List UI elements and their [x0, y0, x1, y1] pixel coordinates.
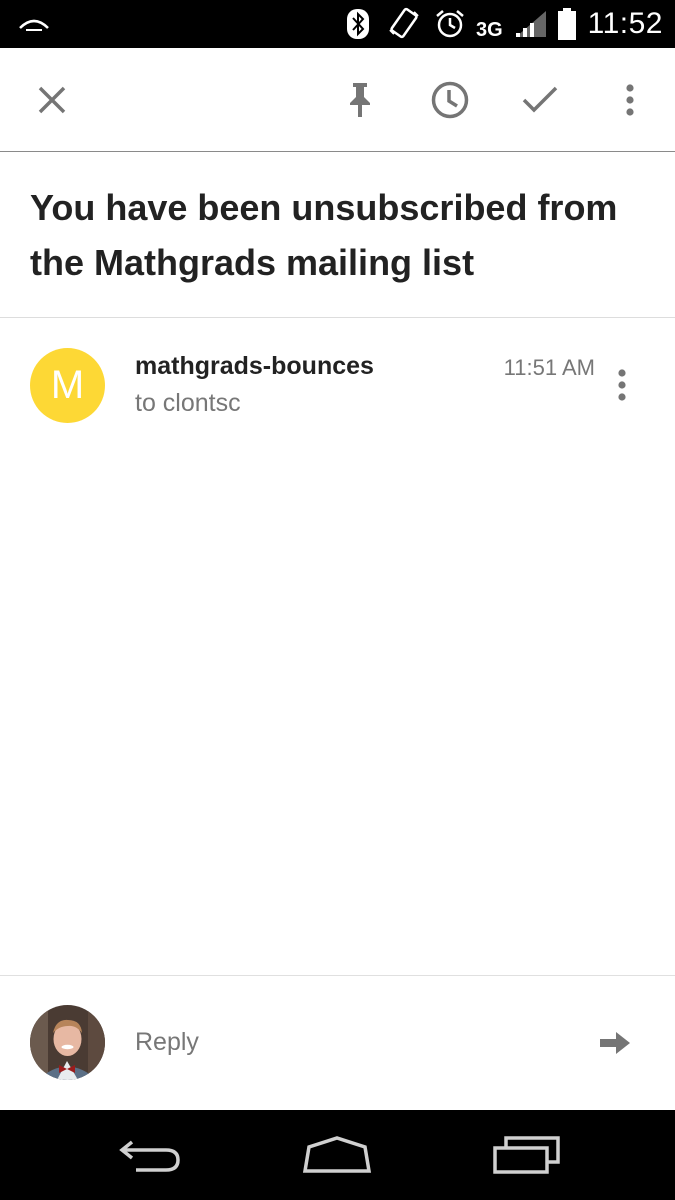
bluetooth-icon [346, 0, 370, 48]
forward-arrow-icon [600, 1032, 630, 1054]
battery-icon [556, 0, 578, 48]
status-bar: 3G 11:52 [0, 0, 675, 48]
home-icon [302, 1136, 372, 1173]
user-avatar [30, 1005, 105, 1080]
pin-icon [350, 83, 370, 117]
status-time: 11:52 [587, 7, 663, 40]
done-button[interactable] [510, 48, 570, 152]
navigation-bar [0, 1110, 675, 1200]
more-icon [626, 84, 634, 116]
subject-divider [0, 317, 675, 318]
vibrate-icon [388, 0, 420, 48]
network-type: 3G [476, 18, 503, 41]
back-button[interactable] [90, 1110, 210, 1200]
notification-icon [18, 0, 50, 48]
email-toolbar [0, 48, 675, 152]
sender-avatar[interactable]: M [30, 348, 105, 423]
snooze-button[interactable] [420, 48, 480, 152]
close-icon [38, 86, 66, 114]
sender-name[interactable]: mathgrads-bounces [135, 352, 374, 381]
email-subject: You have been unsubscribed from the Math… [30, 187, 618, 283]
more-options-button[interactable] [600, 48, 660, 152]
reply-bar[interactable]: Reply [0, 976, 675, 1110]
close-button[interactable] [22, 48, 82, 152]
message-time: 11:51 AM [503, 355, 595, 380]
recipient-line[interactable]: to clontsc [135, 389, 241, 418]
home-button[interactable] [277, 1110, 397, 1200]
message-more-button[interactable] [600, 360, 644, 410]
pin-button[interactable] [330, 48, 390, 152]
snooze-icon [431, 81, 469, 119]
recents-icon [493, 1136, 560, 1174]
recents-button[interactable] [467, 1110, 587, 1200]
reply-field[interactable]: Reply [135, 1028, 199, 1057]
more-icon [618, 369, 626, 401]
back-icon [119, 1140, 180, 1172]
reply-send-button[interactable] [592, 1021, 638, 1065]
done-icon [522, 86, 558, 113]
signal-icon [514, 0, 548, 48]
alarm-icon [434, 0, 466, 48]
